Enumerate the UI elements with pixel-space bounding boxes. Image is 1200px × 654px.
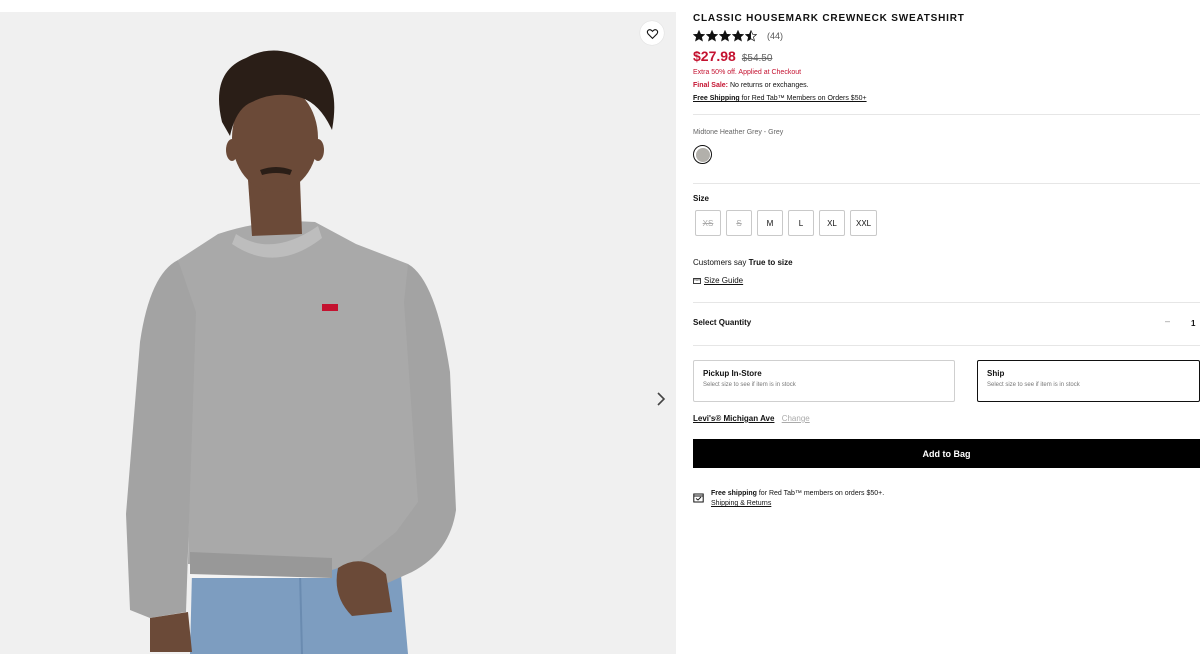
free-shipping-text: for Red Tab™ Members on Orders $50+ bbox=[739, 95, 867, 102]
divider bbox=[693, 183, 1200, 184]
star-rating bbox=[693, 30, 757, 42]
quantity-decrease-button[interactable]: – bbox=[1165, 316, 1170, 326]
final-sale-label: Final Sale: bbox=[693, 82, 729, 89]
ship-option[interactable]: Ship Select size to see if item is in st… bbox=[977, 360, 1200, 402]
gallery-top-strip bbox=[0, 0, 676, 12]
ship-title: Ship bbox=[987, 369, 1005, 378]
pickup-in-store-option[interactable]: Pickup In-Store Select size to see if it… bbox=[693, 360, 955, 402]
star-icon bbox=[719, 30, 731, 42]
shipping-detail: for Red Tab™ members on orders $50+. bbox=[756, 490, 885, 497]
free-shipping-link[interactable]: Free Shipping for Red Tab™ Members on Or… bbox=[693, 95, 867, 102]
size-option-xxl[interactable]: XXL bbox=[850, 210, 878, 236]
change-store-link[interactable]: Change bbox=[782, 414, 810, 423]
divider bbox=[693, 302, 1200, 303]
wishlist-button[interactable] bbox=[640, 21, 664, 45]
fit-prefix: Customers say bbox=[693, 258, 749, 267]
fit-value: True to size bbox=[748, 258, 793, 267]
size-option-m[interactable]: M bbox=[757, 210, 783, 236]
final-sale-text: No returns or exchanges. bbox=[728, 82, 809, 89]
shipping-bold: Free shipping bbox=[711, 490, 757, 497]
shipping-info: Free shipping for Red Tab™ members on or… bbox=[693, 489, 884, 509]
star-icon bbox=[732, 30, 744, 42]
product-title: Classic Housemark Crewneck Sweatshirt bbox=[693, 13, 965, 24]
store-name-link[interactable]: Levi's® Michigan Ave bbox=[693, 414, 774, 423]
size-selector: XS S M L XL XXL bbox=[695, 210, 878, 236]
delivery-box-icon bbox=[693, 493, 704, 503]
product-rating[interactable]: (44) bbox=[693, 30, 783, 42]
color-swatch-grey[interactable] bbox=[693, 145, 712, 164]
star-icon bbox=[706, 30, 718, 42]
chevron-right-icon bbox=[657, 392, 666, 406]
size-option-xl[interactable]: XL bbox=[819, 210, 845, 236]
divider bbox=[693, 114, 1200, 115]
store-row: Levi's® Michigan Ave Change bbox=[693, 414, 810, 423]
product-image-gallery bbox=[0, 0, 676, 654]
product-details-panel: Classic Housemark Crewneck Sweatshirt (4… bbox=[693, 0, 1200, 654]
size-guide-label: Size Guide bbox=[704, 276, 744, 285]
size-option-l[interactable]: L bbox=[788, 210, 814, 236]
product-model-image bbox=[0, 12, 676, 654]
pickup-title: Pickup In-Store bbox=[703, 369, 762, 378]
star-icon bbox=[745, 30, 757, 42]
shipping-returns-link[interactable]: Shipping & Returns bbox=[711, 499, 884, 509]
original-price: $54.50 bbox=[741, 53, 773, 64]
free-shipping-bold: Free Shipping bbox=[693, 95, 740, 102]
next-image-button[interactable] bbox=[650, 388, 672, 410]
add-to-bag-button[interactable]: Add to Bag bbox=[693, 439, 1200, 468]
color-name: Midtone Heather Grey - Grey bbox=[693, 129, 784, 136]
fit-summary: Customers say True to size bbox=[693, 258, 793, 267]
quantity-label: Select Quantity bbox=[693, 318, 752, 327]
divider bbox=[693, 345, 1200, 346]
star-icon bbox=[693, 30, 705, 42]
sale-price: $27.98 bbox=[693, 48, 736, 64]
ship-subtitle: Select size to see if item is in stock bbox=[987, 382, 1080, 388]
swatch-fill bbox=[695, 147, 710, 162]
price-row: $27.98 $54.50 bbox=[693, 48, 772, 64]
pickup-subtitle: Select size to see if item is in stock bbox=[703, 382, 796, 388]
size-guide-link[interactable]: Size Guide bbox=[693, 276, 743, 285]
quantity-value[interactable]: 1 bbox=[1191, 319, 1195, 328]
heart-icon bbox=[646, 28, 658, 39]
final-sale-notice: Final Sale: No returns or exchanges. bbox=[693, 82, 809, 89]
review-count[interactable]: (44) bbox=[767, 31, 783, 41]
size-label: Size bbox=[693, 194, 710, 203]
shipping-text: Free shipping for Red Tab™ members on or… bbox=[711, 489, 884, 509]
size-option-xs[interactable]: XS bbox=[695, 210, 721, 236]
ruler-icon bbox=[693, 277, 701, 284]
promo-text: Extra 50% off. Applied at Checkout bbox=[693, 69, 802, 76]
size-option-s[interactable]: S bbox=[726, 210, 752, 236]
